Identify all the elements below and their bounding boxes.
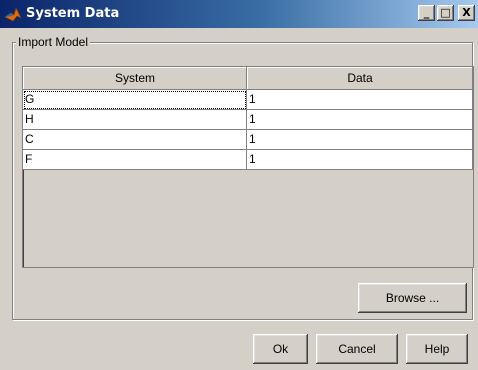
system-cell[interactable]: C <box>23 130 247 150</box>
system-cell[interactable]: H <box>23 110 247 130</box>
data-cell[interactable]: 1 <box>247 90 473 110</box>
data-cell[interactable]: 1 <box>247 130 473 150</box>
data-cell[interactable]: 1 <box>247 110 473 130</box>
browse-button[interactable]: Browse ... <box>358 283 467 313</box>
table-row[interactable]: H 1 <box>23 110 473 130</box>
table-row[interactable]: C 1 <box>23 130 473 150</box>
group-label: Import Model <box>16 35 91 49</box>
cancel-button[interactable]: Cancel <box>316 334 398 364</box>
close-button[interactable]: X <box>458 5 475 21</box>
help-button[interactable]: Help <box>406 334 468 364</box>
column-header-system[interactable]: System <box>23 67 247 90</box>
table-row[interactable]: G 1 <box>23 90 473 110</box>
ok-button[interactable]: Ok <box>253 334 308 364</box>
minimize-button[interactable]: _ <box>418 5 435 21</box>
matlab-icon <box>4 7 22 22</box>
column-header-data[interactable]: Data <box>247 67 473 90</box>
system-cell[interactable]: F <box>23 150 247 170</box>
window-title: System Data <box>26 6 120 21</box>
maximize-button[interactable]: □ <box>437 5 454 21</box>
system-data-table: System Data G 1 H 1 C 1 F 1 <box>22 66 474 268</box>
data-cell[interactable]: 1 <box>247 150 473 170</box>
table-header: System Data <box>23 67 473 90</box>
system-cell[interactable]: G <box>23 90 247 110</box>
table-row[interactable]: F 1 <box>23 150 473 170</box>
title-bar[interactable]: System Data _ □ X <box>0 0 478 28</box>
